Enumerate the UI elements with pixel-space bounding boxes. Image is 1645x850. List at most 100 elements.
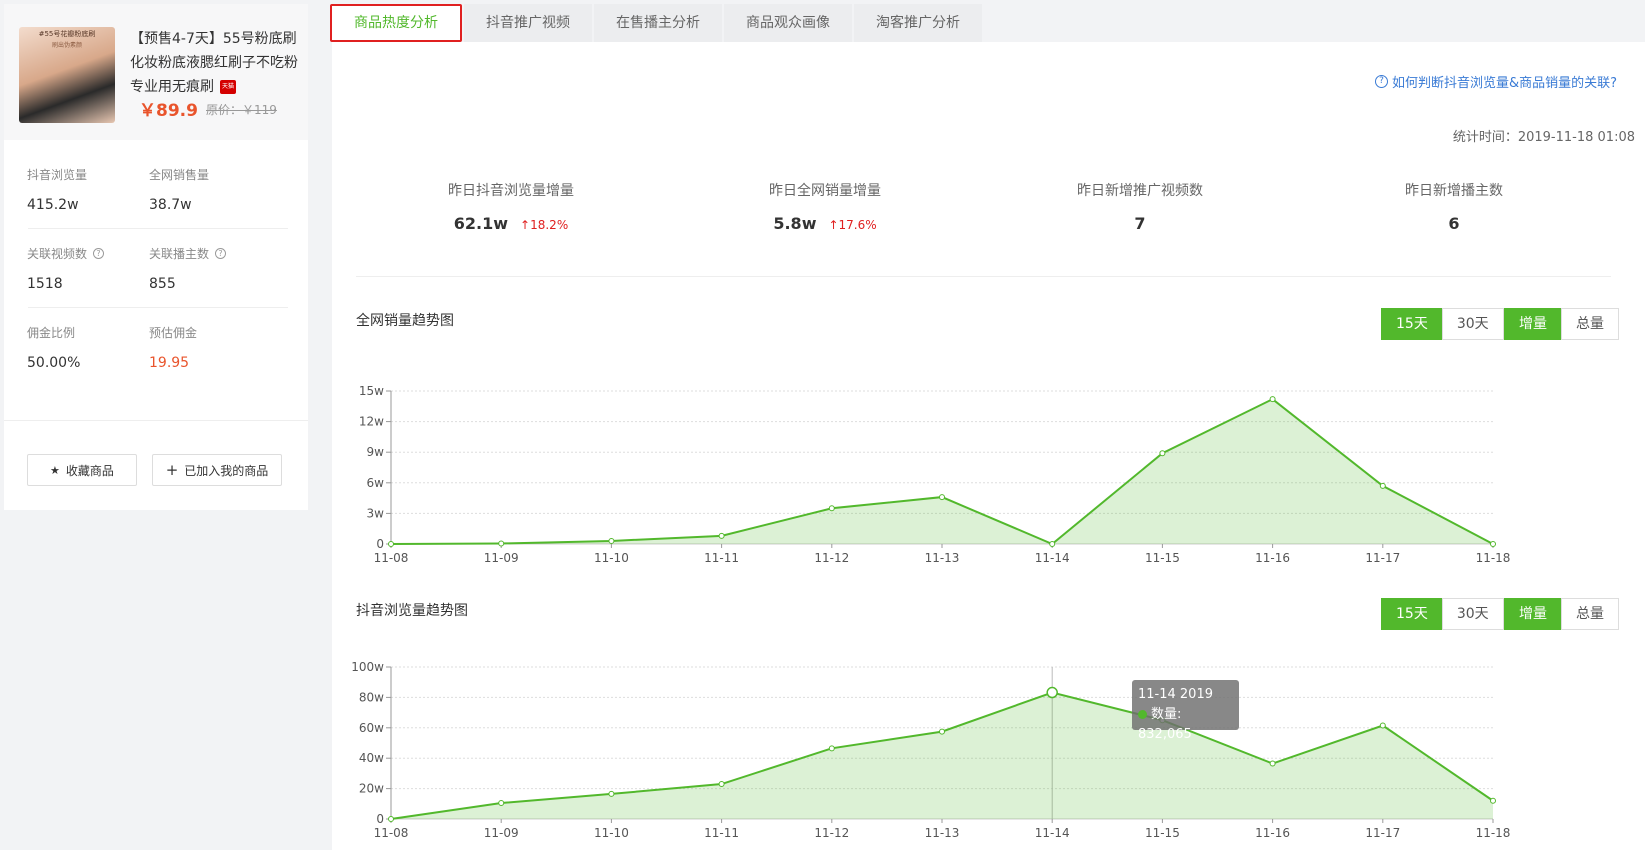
- tab-streamer-analysis[interactable]: 在售播主分析: [594, 4, 722, 42]
- product-image[interactable]: #55号花瓣粉底刷 刷出伪素颜: [19, 27, 115, 123]
- mode-toggle-sales: 增量 总量: [1504, 308, 1619, 340]
- stat-label: 抖音浏览量: [27, 168, 88, 182]
- kpi-change-text: 18.2%: [530, 218, 569, 232]
- stat-douyin-views: 抖音浏览量 415.2w: [27, 166, 147, 213]
- stat-label: 关联视频数?: [27, 245, 147, 262]
- stat-label-text: 关联播主数: [149, 247, 210, 261]
- x-tick-label: 11-12: [814, 826, 849, 840]
- tab-taoke-analysis[interactable]: 淘客推广分析: [854, 4, 982, 42]
- kpi-new-streamers: 昨日新增播主数 6: [1304, 180, 1604, 233]
- kpi-change: ↑17.6%: [828, 218, 876, 232]
- range-30-days-button[interactable]: 30天: [1441, 598, 1504, 630]
- favorite-button[interactable]: ★ 收藏商品: [27, 454, 137, 486]
- favorite-label: 收藏商品: [65, 463, 114, 478]
- data-point[interactable]: [718, 532, 725, 539]
- y-tick-label: 60w: [359, 721, 384, 735]
- stat-label: 佣金比例: [27, 326, 76, 340]
- data-point[interactable]: [1269, 760, 1276, 767]
- data-point[interactable]: [1490, 797, 1496, 804]
- y-tick-label: 12w: [359, 415, 384, 429]
- divider: [4, 420, 308, 421]
- kpi-label: 昨日全网销量增量: [769, 183, 881, 199]
- data-point[interactable]: [388, 816, 394, 822]
- mode-toggle-views: 增量 总量: [1504, 598, 1619, 630]
- data-point[interactable]: [939, 728, 945, 735]
- help-icon[interactable]: ?: [215, 248, 227, 259]
- product-header: #55号花瓣粉底刷 刷出伪素颜 【预售4-7天】55号粉底刷化妆粉底液腮红刷子不…: [4, 4, 308, 140]
- stat-value: 855: [149, 276, 176, 292]
- product-title-text: 【预售4-7天】55号粉底刷化妆粉底液腮红刷子不吃粉专业用无痕刷: [130, 31, 298, 95]
- x-tick-label: 11-14: [1035, 826, 1070, 840]
- x-tick-label: 11-11: [704, 551, 739, 565]
- up-arrow-icon: ↑: [828, 218, 839, 232]
- data-point[interactable]: [939, 494, 945, 501]
- data-point[interactable]: [388, 541, 394, 547]
- stat-value: 19.95: [149, 355, 190, 371]
- highlighted-data-point[interactable]: [1046, 686, 1058, 699]
- product-title[interactable]: 【预售4-7天】55号粉底刷化妆粉底液腮红刷子不吃粉专业用无痕刷 天猫: [130, 27, 300, 99]
- help-link[interactable]: ? 如何判断抖音浏览量&商品销量的关联?: [1374, 72, 1617, 91]
- data-point[interactable]: [828, 505, 835, 512]
- tab-heat-analysis[interactable]: 商品热度分析: [330, 4, 462, 42]
- kpi-label: 昨日新增播主数: [1405, 183, 1503, 199]
- increment-button[interactable]: 增量: [1504, 598, 1562, 630]
- x-tick-label: 11-18: [1476, 826, 1511, 840]
- main-panel: ? 如何判断抖音浏览量&商品销量的关联? 统计时间：2019-11-18 01:…: [332, 42, 1645, 850]
- x-tick-label: 11-18: [1476, 551, 1511, 565]
- data-point[interactable]: [1379, 722, 1386, 729]
- data-point[interactable]: [1049, 541, 1056, 547]
- data-point[interactable]: [1379, 482, 1386, 489]
- x-tick-label: 11-12: [814, 551, 849, 565]
- added-label: 已加入我的商品: [184, 463, 269, 478]
- range-30-days-button[interactable]: 30天: [1441, 308, 1504, 340]
- stat-value: 1518: [27, 276, 63, 292]
- total-button[interactable]: 总量: [1561, 308, 1619, 340]
- chart-title-sales: 全网销量趋势图: [356, 313, 454, 329]
- y-tick-label: 6w: [367, 476, 385, 490]
- tab-audience-profile[interactable]: 商品观众画像: [724, 4, 852, 42]
- kpi-douyin-views: 昨日抖音浏览量增量 62.1w ↑18.2%: [361, 180, 661, 233]
- kpi-value: 7: [1134, 214, 1146, 233]
- range-toggle-sales: 15天 30天: [1381, 308, 1504, 340]
- stat-value: 415.2w: [27, 197, 79, 213]
- x-tick-label: 11-16: [1255, 551, 1290, 565]
- data-point[interactable]: [498, 540, 505, 547]
- tab-bar: 商品热度分析 抖音推广视频 在售播主分析 商品观众画像 淘客推广分析: [330, 4, 984, 42]
- data-point[interactable]: [1490, 541, 1496, 547]
- stat-time: 统计时间：2019-11-18 01:08: [1452, 130, 1635, 145]
- kpi-value: 5.8w: [773, 214, 817, 233]
- tab-douyin-videos[interactable]: 抖音推广视频: [464, 4, 592, 42]
- chart-tooltip: 11-14 2019 数量: 832,065: [1132, 680, 1239, 742]
- data-point[interactable]: [608, 537, 615, 544]
- data-point[interactable]: [718, 781, 725, 788]
- added-to-my-products-button[interactable]: + 已加入我的商品: [152, 454, 282, 486]
- x-tick-label: 11-11: [704, 826, 739, 840]
- y-tick-label: 80w: [359, 690, 384, 704]
- stat-label: 预估佣金: [149, 326, 198, 340]
- total-button[interactable]: 总量: [1561, 598, 1619, 630]
- product-original-price: 原价：￥119: [206, 103, 277, 117]
- data-point[interactable]: [828, 745, 835, 752]
- x-tick-label: 11-08: [374, 826, 409, 840]
- views-trend-chart[interactable]: 0 20w 40w 60w 80w 100w 11-08 11-09 11-10 11-11 11-…: [332, 642, 1645, 850]
- x-tick-label: 11-10: [594, 826, 629, 840]
- y-tick-label: 0: [376, 812, 384, 826]
- tooltip-row: 数量: 832,065: [1138, 705, 1233, 745]
- data-point[interactable]: [1159, 450, 1166, 457]
- range-15-days-button[interactable]: 15天: [1381, 598, 1443, 630]
- data-point[interactable]: [1269, 396, 1276, 403]
- x-tick-label: 11-08: [374, 551, 409, 565]
- help-icon[interactable]: ?: [93, 248, 105, 259]
- x-tick-label: 11-15: [1145, 551, 1180, 565]
- sales-trend-chart[interactable]: 0 3w 6w 9w 12w 15w 11-08 11-09 11-10 11-11 11-12 11…: [332, 354, 1645, 574]
- y-tick-label: 0: [376, 537, 384, 551]
- increment-button[interactable]: 增量: [1504, 308, 1562, 340]
- data-point[interactable]: [608, 790, 615, 797]
- data-point[interactable]: [498, 800, 505, 807]
- stat-value: 38.7w: [149, 197, 192, 213]
- kpi-new-videos: 昨日新增推广视频数 7: [990, 180, 1290, 233]
- stat-value: 50.00%: [27, 355, 81, 371]
- kpi-label: 昨日新增推广视频数: [1077, 183, 1203, 199]
- range-15-days-button[interactable]: 15天: [1381, 308, 1443, 340]
- product-card: #55号花瓣粉底刷 刷出伪素颜 【预售4-7天】55号粉底刷化妆粉底液腮红刷子不…: [4, 4, 308, 510]
